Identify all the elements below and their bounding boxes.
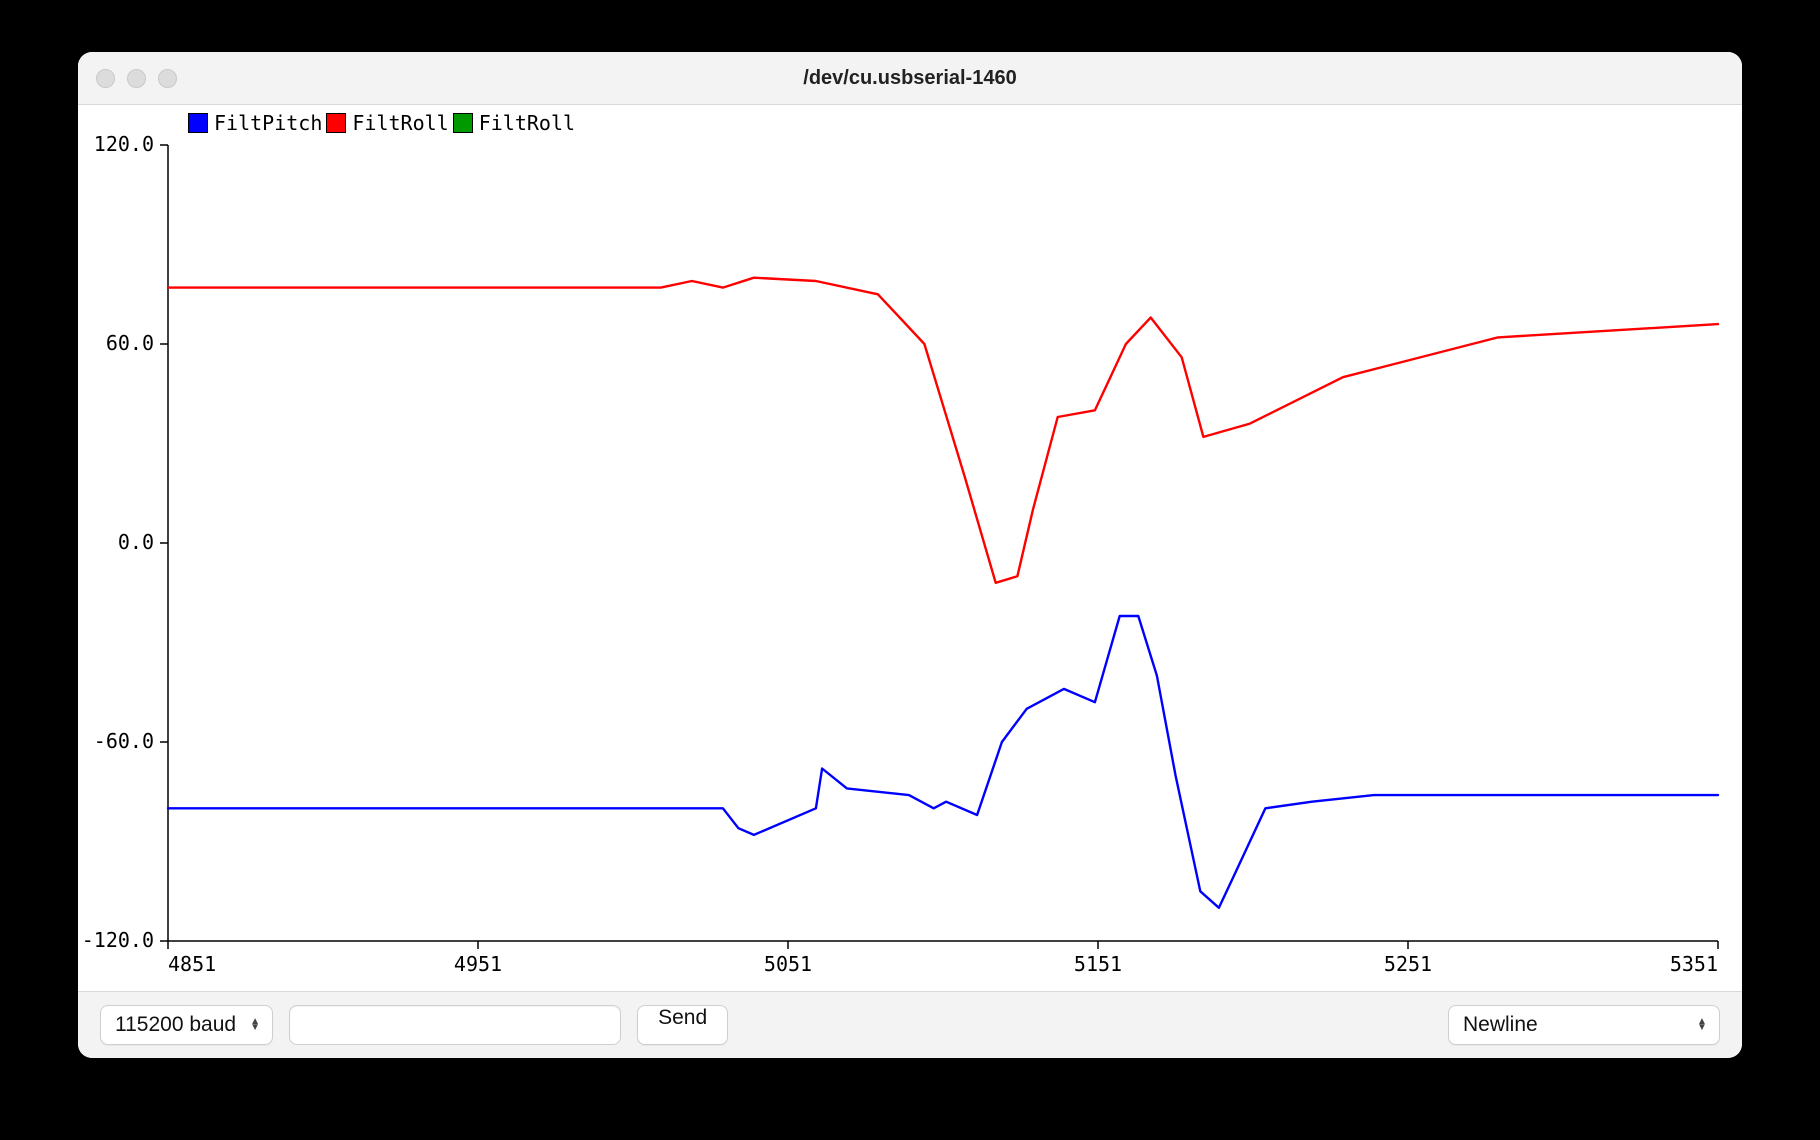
svg-text:-120.0: -120.0 <box>82 928 154 952</box>
svg-text:0.0: 0.0 <box>118 530 154 554</box>
app-window: /dev/cu.usbserial-1460 FiltPitchFiltRoll… <box>78 52 1742 1058</box>
line-ending-select[interactable]: Newline ▲▼ <box>1448 1005 1720 1045</box>
command-input[interactable] <box>289 1005 621 1045</box>
chart-canvas: -120.0 -60.0 0.0 60.0 120.0 4851 4951 5051 5151 5… <box>78 105 1742 991</box>
baud-select-label: 115200 baud <box>115 1013 236 1037</box>
svg-text:4951: 4951 <box>454 952 502 976</box>
plot-area: FiltPitchFiltRollFiltRoll -120.0-60.00.0… <box>78 105 1742 991</box>
traffic-lights <box>96 69 177 88</box>
window-title: /dev/cu.usbserial-1460 <box>78 67 1742 90</box>
select-arrows-icon: ▲▼ <box>1695 1019 1709 1031</box>
svg-text:5251: 5251 <box>1384 952 1432 976</box>
toolbar: 115200 baud ▲▼ Send Newline ▲▼ <box>78 991 1742 1058</box>
svg-text:-60.0: -60.0 <box>94 729 154 753</box>
select-arrows-icon: ▲▼ <box>248 1019 262 1031</box>
close-icon[interactable] <box>96 69 115 88</box>
svg-text:4851: 4851 <box>168 952 216 976</box>
zoom-icon[interactable] <box>158 69 177 88</box>
svg-text:120.0: 120.0 <box>94 132 154 156</box>
svg-text:5151: 5151 <box>1074 952 1122 976</box>
svg-text:60.0: 60.0 <box>106 331 154 355</box>
titlebar: /dev/cu.usbserial-1460 <box>78 52 1742 105</box>
send-button-label: Send <box>658 1006 707 1029</box>
line-ending-label: Newline <box>1463 1013 1538 1037</box>
svg-text:5351: 5351 <box>1670 952 1718 976</box>
baud-select[interactable]: 115200 baud ▲▼ <box>100 1005 273 1045</box>
svg-text:5051: 5051 <box>764 952 812 976</box>
minimize-icon[interactable] <box>127 69 146 88</box>
send-button[interactable]: Send <box>637 1005 728 1045</box>
